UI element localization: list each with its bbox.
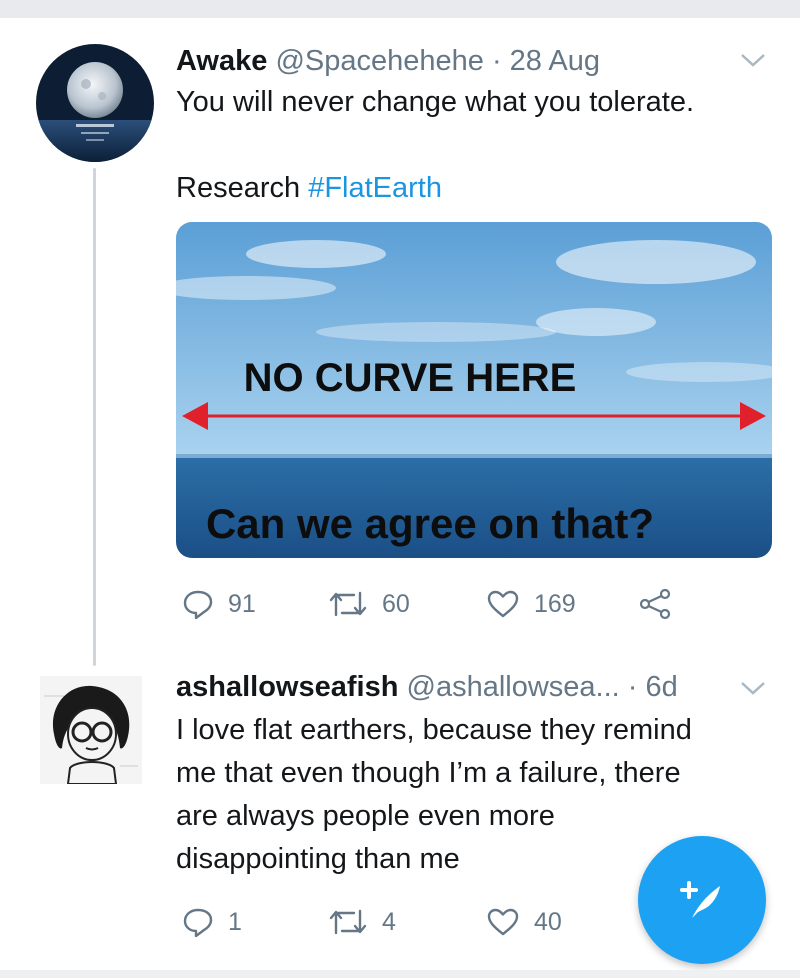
tweet-text: You will never change what you tolerate.: [176, 86, 695, 118]
like-count: 40: [534, 907, 562, 936]
share-icon: [639, 588, 671, 620]
compose-icon: [680, 881, 720, 918]
share-button[interactable]: [638, 588, 686, 620]
reply-count: 1: [228, 907, 242, 936]
retweet-icon: [329, 591, 367, 617]
avatar-ashallowseafish[interactable]: [40, 676, 142, 784]
tweet-text-line: disappointing than me: [176, 843, 460, 875]
tweet-header: ashallowseafish @ashallowsea... · 6d: [176, 670, 678, 704]
tweet-text-line: are always people even more: [176, 800, 555, 832]
retweet-button[interactable]: 4: [328, 907, 396, 937]
reply-button[interactable]: 91: [182, 588, 256, 620]
thread-connector: [93, 168, 96, 666]
compose-tweet-button[interactable]: [638, 836, 766, 964]
reply-icon: [183, 908, 213, 938]
top-bar: [0, 0, 800, 18]
like-count: 169: [534, 589, 576, 618]
tweet-actions: 1 4 40: [176, 902, 596, 942]
reply-button[interactable]: 1: [182, 906, 242, 938]
user-handle[interactable]: @ashallowsea...: [407, 671, 620, 703]
like-icon: [487, 590, 519, 618]
retweet-count: 60: [382, 589, 410, 618]
chevron-down-icon[interactable]: [740, 48, 766, 74]
retweet-count: 4: [382, 907, 396, 936]
reply-count: 91: [228, 589, 256, 618]
display-name[interactable]: ashallowseafish: [176, 671, 398, 703]
hashtag-link[interactable]: #FlatEarth: [308, 172, 442, 204]
like-icon: [487, 908, 519, 936]
like-button[interactable]: 169: [486, 589, 576, 619]
timestamp[interactable]: 28 Aug: [510, 45, 600, 77]
timestamp[interactable]: 6d: [646, 671, 678, 703]
image-caption-top: NO CURVE HERE: [243, 356, 577, 400]
tweet-header: Awake @Spacehehehe · 28 Aug: [176, 44, 600, 78]
display-name[interactable]: Awake: [176, 45, 267, 77]
chevron-down-icon[interactable]: [740, 676, 766, 702]
tweet-text-line: me that even though I’m a failure, there: [176, 757, 681, 789]
reply-icon: [183, 590, 213, 620]
retweet-icon: [329, 909, 367, 935]
like-button[interactable]: 40: [486, 907, 562, 937]
separator-dot: ·: [491, 45, 502, 77]
tweet-actions: 91 60 169: [176, 584, 736, 624]
tweet-text-research: Research #FlatEarth: [176, 168, 442, 208]
avatar-awake[interactable]: [36, 44, 154, 162]
retweet-button[interactable]: 60: [328, 589, 410, 619]
bottom-bar: [0, 970, 800, 978]
separator-dot: ·: [627, 671, 638, 703]
research-word: Research: [176, 172, 301, 204]
tweet-text-line: I love flat earthers, because they remin…: [176, 714, 692, 746]
image-caption-bottom: Can we agree on that?: [205, 500, 655, 547]
user-handle[interactable]: @Spacehehehe: [275, 45, 483, 77]
